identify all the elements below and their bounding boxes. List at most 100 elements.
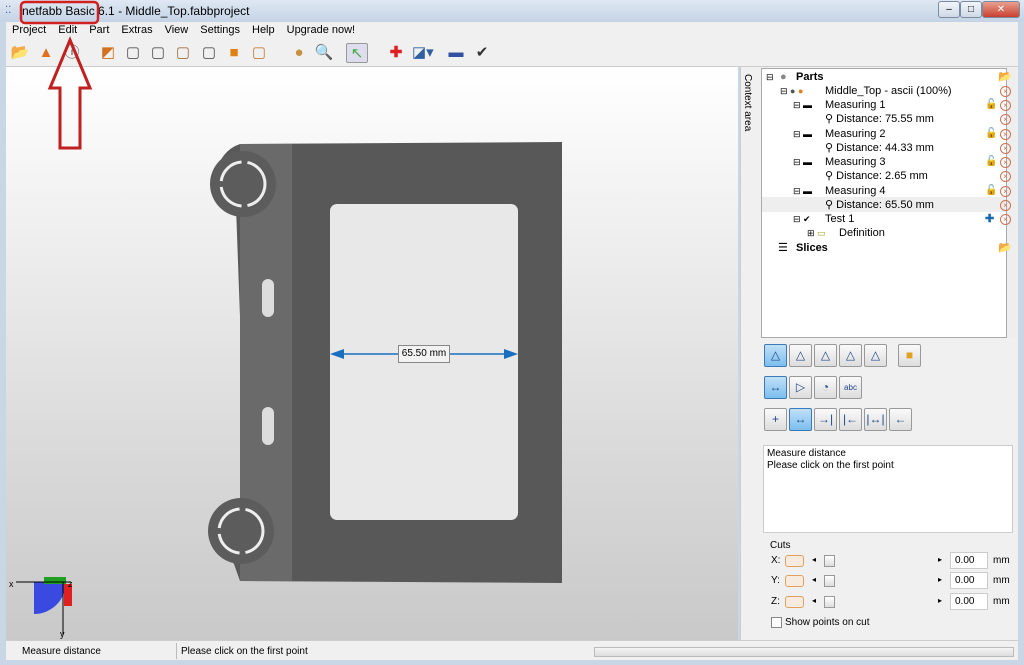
edge-mode-button[interactable]: △	[789, 344, 812, 367]
tree-parts[interactable]: Parts	[796, 70, 824, 84]
tree-distance-4[interactable]: ⚲ Distance: 65.50 mm	[825, 198, 934, 212]
menu-part[interactable]: Part	[83, 22, 115, 40]
shading-icon[interactable]: ●	[289, 43, 309, 63]
distance-points-button[interactable]: ↔	[789, 408, 812, 431]
unlock-icon[interactable]: 🔓	[985, 156, 997, 167]
measure-ruler-icon[interactable]: ▬	[446, 43, 466, 63]
menu-project[interactable]: Project	[6, 22, 52, 40]
measure-radius-button[interactable]: ◔	[814, 376, 837, 399]
cut-y-unit: mm	[993, 575, 1010, 586]
close-button[interactable]: ✕	[982, 1, 1020, 18]
show-points-checkbox[interactable]	[771, 617, 782, 628]
cut-z-input[interactable]: 0.00	[950, 593, 988, 610]
tree-measuring-3[interactable]: Measuring 3	[825, 155, 886, 169]
open-project-icon[interactable]: 📂	[10, 43, 30, 63]
tree-distance-3[interactable]: ⚲ Distance: 2.65 mm	[825, 169, 928, 183]
cut-x-slider[interactable]: ◂ ▸	[812, 555, 942, 567]
status-left: Measure distance	[22, 646, 101, 657]
menu-extras[interactable]: Extras	[115, 22, 158, 40]
remove-icon[interactable]: ×	[1000, 157, 1011, 168]
maximize-button[interactable]: □	[960, 1, 982, 18]
zoom-icon[interactable]: 🔍	[314, 43, 334, 63]
distance-point-plane-button[interactable]: →|	[814, 408, 837, 431]
distance-planes-button[interactable]: |↔|	[864, 408, 887, 431]
folder-open-icon[interactable]: 📂	[998, 241, 1012, 255]
axis-gizmo	[16, 577, 72, 635]
menu-edit[interactable]: Edit	[52, 22, 83, 40]
menu-settings[interactable]: Settings	[194, 22, 246, 40]
cut-y-input[interactable]: 0.00	[950, 572, 988, 589]
view-top-icon[interactable]: ■	[224, 43, 244, 63]
repair-cross-icon[interactable]: ✚	[386, 43, 406, 63]
title-bar: ⁚⁚ netfabb Basic 6.1 - Middle_Top.fabbpr…	[0, 0, 1024, 22]
tree-part[interactable]: Middle_Top - ascii (100%)	[825, 84, 952, 98]
menu-upgrade[interactable]: Upgrade now!	[281, 22, 362, 40]
view-bottom-icon[interactable]: ▢	[249, 43, 269, 63]
unlock-icon[interactable]: 🔓	[985, 185, 997, 196]
highlight-button[interactable]: ■	[898, 344, 921, 367]
face-mode-button[interactable]: △	[839, 344, 862, 367]
view-back-icon[interactable]: ▢	[148, 43, 168, 63]
cut-z-slider[interactable]: ◂ ▸	[812, 596, 942, 608]
info-icon[interactable]: ⓘ	[62, 43, 82, 63]
measure-distance-button[interactable]: ↔	[764, 376, 787, 399]
minimize-button[interactable]: ‒	[938, 1, 960, 18]
remove-icon[interactable]: ×	[1000, 86, 1011, 97]
remove-icon[interactable]: ×	[1000, 129, 1011, 140]
folder-open-icon[interactable]: 📂	[998, 70, 1012, 84]
tree-test[interactable]: Test 1	[825, 212, 854, 226]
cut-icon[interactable]: ◪▾	[412, 43, 434, 63]
cuts-title: Cuts	[770, 540, 791, 551]
view-front-icon[interactable]: ▢	[123, 43, 143, 63]
tree-distance-1[interactable]: ⚲ Distance: 75.55 mm	[825, 112, 934, 126]
tree-measuring-4[interactable]: Measuring 4	[825, 184, 886, 198]
tree-definition[interactable]: Definition	[839, 226, 885, 240]
menu-help[interactable]: Help	[246, 22, 281, 40]
menu-view[interactable]: View	[159, 22, 195, 40]
app-icon: ⁚⁚	[5, 5, 12, 16]
tree-slices[interactable]: Slices	[796, 241, 828, 255]
tree-distance-2[interactable]: ⚲ Distance: 44.33 mm	[825, 141, 934, 155]
cut-y-color[interactable]	[785, 575, 804, 587]
distance-plane-point-button[interactable]: |←	[839, 408, 862, 431]
view-right-icon[interactable]: ▢	[199, 43, 219, 63]
remove-icon[interactable]: ×	[1000, 200, 1011, 211]
status-right: Please click on the first point	[181, 646, 308, 657]
point-mode-button[interactable]: △	[764, 344, 787, 367]
tree-measuring-2[interactable]: Measuring 2	[825, 127, 886, 141]
view-left-icon[interactable]: ▢	[173, 43, 193, 63]
check-icon[interactable]: ✔	[472, 43, 492, 63]
cut-z-color[interactable]	[785, 596, 804, 608]
cut-x-input[interactable]: 0.00	[950, 552, 988, 569]
show-points-label: Show points on cut	[785, 617, 870, 628]
context-area-tab[interactable]	[740, 67, 758, 640]
remove-icon[interactable]: ×	[1000, 186, 1011, 197]
tree-measuring-1[interactable]: Measuring 1	[825, 98, 886, 112]
remove-icon[interactable]: ×	[1000, 214, 1011, 225]
cut-x-color[interactable]	[785, 555, 804, 567]
add-icon[interactable]: ✚	[985, 212, 994, 226]
view-iso-icon[interactable]: ◩	[98, 43, 118, 63]
remove-icon[interactable]: ×	[1000, 114, 1011, 125]
cut-y-label: Y:	[771, 575, 780, 586]
unlock-icon[interactable]: 🔓	[985, 128, 997, 139]
distance-back-button[interactable]: ←	[889, 408, 912, 431]
cut-z-unit: mm	[993, 596, 1010, 607]
window-title: netfabb Basic 6.1 - Middle_Top.fabbproje…	[22, 4, 250, 18]
axis-y-label: y	[60, 629, 65, 639]
remove-icon[interactable]: ×	[1000, 171, 1011, 182]
distance-point-button[interactable]: +	[764, 408, 787, 431]
3d-viewport[interactable]: 65.50 mm x y z	[6, 67, 738, 640]
unlock-icon[interactable]: 🔓	[985, 99, 997, 110]
axis-z-label: z	[68, 579, 73, 589]
cut-y-slider[interactable]: ◂ ▸	[812, 575, 942, 587]
add-part-icon[interactable]: ▲	[36, 43, 56, 63]
remove-icon[interactable]: ×	[1000, 143, 1011, 154]
shell-mode-button[interactable]: △	[864, 344, 887, 367]
remove-icon[interactable]: ×	[1000, 100, 1011, 111]
label-button[interactable]: abc	[839, 376, 862, 399]
measure-angle-button[interactable]: ▷	[789, 376, 812, 399]
info-box: Measure distance Please click on the fir…	[763, 445, 1013, 533]
vertex-mode-button[interactable]: △	[814, 344, 837, 367]
select-tool-icon[interactable]: ↖	[346, 43, 368, 63]
